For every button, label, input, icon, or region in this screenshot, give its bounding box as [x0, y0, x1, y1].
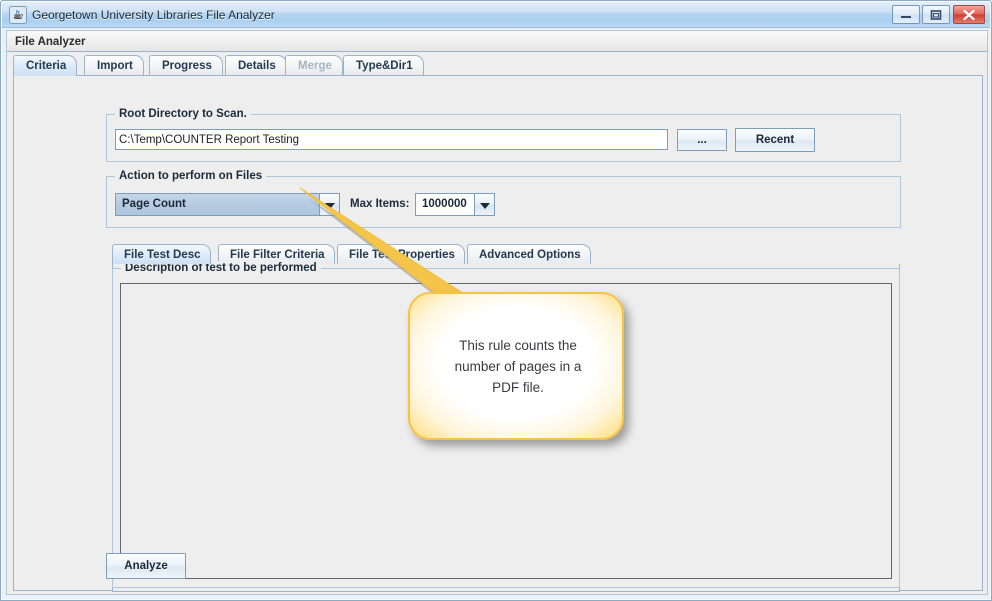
menu-item-file-analyzer[interactable]: File Analyzer — [15, 34, 86, 50]
max-items-label: Max Items: — [350, 195, 409, 214]
main-tab-strip: Criteria Import Progress Details Merge T… — [13, 55, 983, 76]
description-textarea[interactable] — [120, 283, 892, 579]
recent-button[interactable]: Recent — [735, 128, 815, 152]
client-area: Criteria Import Progress Details Merge T… — [6, 52, 988, 595]
action-group-title: Action to perform on Files — [115, 169, 266, 183]
root-directory-input[interactable] — [115, 129, 668, 150]
criteria-tab-panel: Root Directory to Scan. ... Recent Actio… — [13, 76, 983, 591]
root-directory-group: Root Directory to Scan. ... Recent — [106, 114, 901, 162]
tab-type-and-dir1[interactable]: Type&Dir1 — [343, 55, 424, 76]
close-icon — [963, 9, 976, 20]
inner-tab-file-test-desc[interactable]: File Test Desc — [112, 244, 211, 264]
action-group: Action to perform on Files Page Count Ma… — [106, 176, 901, 228]
max-items-combobox[interactable]: 1000000 — [415, 193, 495, 216]
browse-button[interactable]: ... — [677, 129, 727, 151]
inner-tab-advanced-options[interactable]: Advanced Options — [467, 244, 591, 264]
action-combobox[interactable]: Page Count — [115, 193, 340, 216]
application-window: Georgetown University Libraries File Ana… — [0, 0, 992, 601]
tab-import[interactable]: Import — [84, 55, 144, 76]
chevron-down-icon[interactable] — [474, 194, 494, 215]
description-group: Description of test to be performed — [112, 268, 900, 588]
tab-criteria[interactable]: Criteria — [13, 55, 77, 76]
tab-merge: Merge — [285, 55, 343, 76]
close-button[interactable] — [953, 5, 985, 24]
maximize-icon — [930, 9, 942, 20]
maximize-button[interactable] — [922, 5, 950, 24]
window-title: Georgetown University Libraries File Ana… — [32, 6, 275, 24]
tab-details[interactable]: Details — [225, 55, 287, 76]
chevron-down-icon[interactable] — [319, 194, 339, 215]
tab-progress[interactable]: Progress — [149, 55, 223, 76]
java-coffee-cup-icon — [9, 6, 27, 24]
root-directory-group-title: Root Directory to Scan. — [115, 107, 251, 121]
max-items-value: 1000000 — [422, 194, 467, 215]
inner-tab-file-test-properties[interactable]: File Test Properties — [337, 244, 465, 264]
analyze-button[interactable]: Analyze — [106, 553, 186, 579]
action-combobox-value: Page Count — [122, 194, 186, 215]
minimize-icon — [900, 10, 912, 20]
minimize-button[interactable] — [892, 5, 920, 24]
menu-bar: File Analyzer — [6, 30, 988, 52]
title-bar: Georgetown University Libraries File Ana… — [2, 2, 990, 28]
